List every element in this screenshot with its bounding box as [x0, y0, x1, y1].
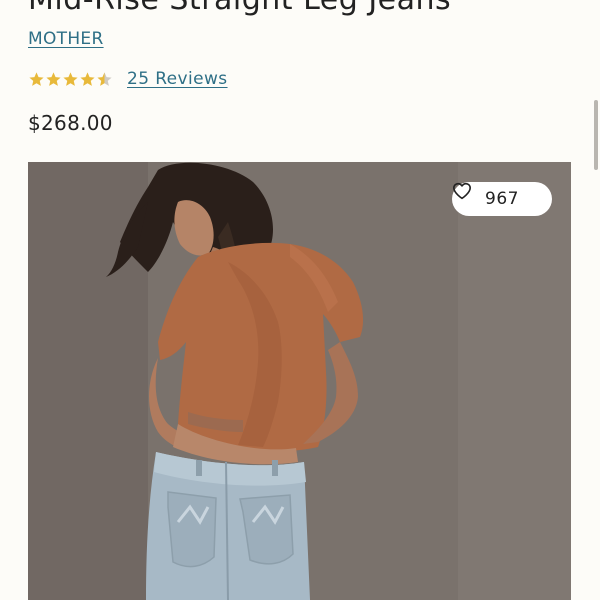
scrollbar[interactable]	[594, 100, 598, 170]
product-price: $268.00	[28, 111, 113, 135]
star-rating[interactable]	[28, 71, 113, 88]
like-button[interactable]: 967	[452, 182, 552, 216]
star-icon	[29, 71, 44, 86]
star-icon	[63, 71, 78, 86]
product-title: Mid-Rise Straight Leg Jeans	[28, 0, 451, 17]
product-image[interactable]: 967	[28, 162, 571, 600]
star-icon	[46, 71, 61, 86]
rating-row: 25 Reviews	[28, 66, 228, 92]
brand-link[interactable]: MOTHER	[28, 29, 104, 49]
like-count: 967	[485, 189, 519, 209]
star-icon	[80, 71, 95, 86]
product-page: Mid-Rise Straight Leg Jeans MOTHER 25 Re…	[0, 0, 600, 600]
half-star-icon	[97, 71, 112, 86]
model-photo	[28, 162, 571, 600]
reviews-link[interactable]: 25 Reviews	[127, 69, 228, 89]
heart-outline-icon	[453, 182, 471, 200]
